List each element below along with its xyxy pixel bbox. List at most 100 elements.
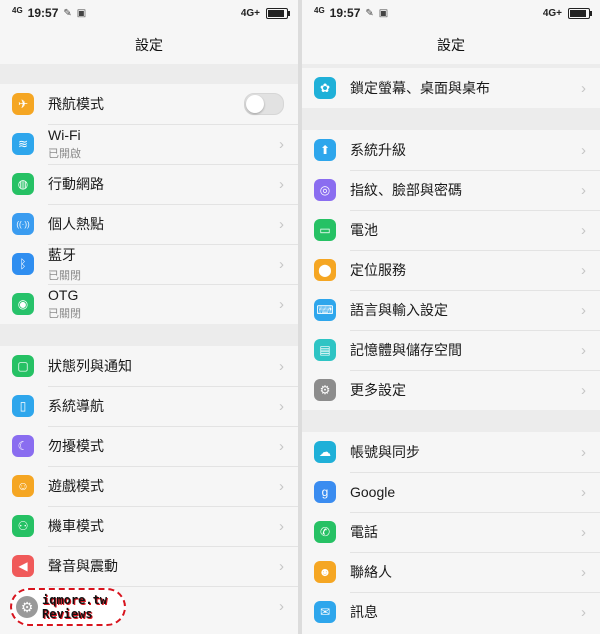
speaker-icon: ◀ [12,555,34,577]
watermark-logo: ⚙ iqmore.tw Reviews [10,588,126,626]
cloud-icon: ☁ [314,441,336,463]
photo-icon: ▣ [378,7,389,19]
settings-item[interactable]: ✆ 電話 › [302,512,600,552]
chevron-right-icon: › [581,301,586,319]
chevron-right-icon: › [581,381,586,399]
settings-item-label: Google [350,484,396,500]
settings-item-status: 已關閉 [48,270,81,282]
page-title: 設定 [302,26,600,64]
chevron-right-icon: › [581,483,586,501]
chevron-right-icon: › [581,221,586,239]
settings-item[interactable]: ◉ OTG 已關閉 › [0,284,298,324]
network-type: 4G+ [542,7,562,19]
settings-item-label: 更多設定 [350,382,406,398]
settings-item[interactable]: ▭ 電池 › [302,210,600,250]
chevron-right-icon: › [279,295,284,313]
chevron-right-icon: › [581,523,586,541]
settings-item-label: 機車模式 [48,518,104,534]
section-gap [302,108,600,130]
settings-item[interactable]: ≋ Wi-Fi 已開啟 › [0,124,298,164]
settings-item-label: 狀態列與通知 [48,358,132,374]
section-gap [0,64,298,84]
status-bar: 4G 19:57 ✎ ▣ 4G+ [0,0,298,26]
settings-item[interactable]: ▢ 狀態列與通知 › [0,346,298,386]
hotspot-icon: ((·)) [12,213,34,235]
more-settings-icon: ⚙ [314,379,336,401]
clock: 19:57 [329,6,361,20]
settings-item-label: 行動網路 [48,176,104,192]
settings-item[interactable]: ᛒ 藍牙 已關閉 › [0,244,298,284]
chevron-right-icon: › [279,517,284,535]
settings-item-label: 電話 [350,524,378,540]
settings-item[interactable]: ◍ 行動網路 › [0,164,298,204]
chevron-right-icon: › [581,563,586,581]
settings-item[interactable]: ⌨ 語言與輸入設定 › [302,290,600,330]
settings-item[interactable]: ✈ 飛航模式 [0,84,298,124]
settings-item[interactable]: ☻ 聯絡人 › [302,552,600,592]
battery-icon [266,7,290,19]
otg-icon: ◉ [12,293,34,315]
settings-item-label: 語言與輸入設定 [350,302,448,318]
settings-item[interactable]: ✿ 鎖定螢幕、桌面與桌布 › [302,68,600,108]
call-forward-icon: ✎ [63,7,72,19]
settings-item[interactable]: ⚇ 機車模式 › [0,506,298,546]
gear-icon: ⚙ [16,596,38,618]
moon-icon: ☾ [12,435,34,457]
settings-item[interactable]: ☺ 遊戲模式 › [0,466,298,506]
photo-icon: ▣ [76,7,87,19]
status-bar: 4G 19:57 ✎ ▣ 4G+ [302,0,600,26]
chevron-right-icon: › [279,437,284,455]
motorbike-icon: ⚇ [12,515,34,537]
settings-item[interactable]: ◎ 指紋、臉部與密碼 › [302,170,600,210]
settings-item[interactable]: g Google › [302,472,600,512]
settings-item-label: 鎖定螢幕、桌面與桌布 [350,80,490,96]
google-icon: g [314,481,336,503]
globe-icon: ◍ [12,173,34,195]
chevron-right-icon: › [581,141,586,159]
chevron-right-icon: › [279,477,284,495]
settings-item[interactable]: ☾ 勿擾模式 › [0,426,298,466]
settings-item[interactable]: ⬆ 系統升級 › [302,130,600,170]
settings-item[interactable]: ▯ 系統導航 › [0,386,298,426]
airplane-mode-toggle[interactable] [244,93,284,115]
chevron-right-icon: › [279,215,284,233]
network-indicator: 4G [12,5,23,15]
call-forward-icon: ✎ [365,7,374,19]
settings-item-status: 已開啟 [48,148,81,160]
update-icon: ⬆ [314,139,336,161]
settings-item-label: 帳號與同步 [350,444,420,460]
section-gap [0,324,298,346]
page-title: 設定 [0,26,298,64]
settings-item-label: 系統導航 [48,398,104,414]
battery-icon [568,7,592,19]
network-indicator: 4G [314,5,325,15]
notification-icon: ▢ [12,355,34,377]
wifi-icon: ≋ [12,133,34,155]
settings-item-label: 藍牙 [48,247,76,263]
settings-item[interactable]: ☁ 帳號與同步 › [302,432,600,472]
fingerprint-icon: ◎ [314,179,336,201]
settings-item[interactable]: ✉ 訊息 › [302,592,600,632]
left-settings-panel: 4G 19:57 ✎ ▣ 4G+ 設定 ✈ 飛航模式 ≋ Wi-Fi 已開啟 › ◍ 行動網路… [0,0,298,634]
settings-item[interactable]: ⚙ 更多設定 › [302,370,600,410]
chevron-right-icon: › [279,175,284,193]
phone-icon: ✆ [314,521,336,543]
settings-item[interactable]: ((·)) 個人熱點 › [0,204,298,244]
location-icon: ⬤ [314,259,336,281]
navigation-icon: ▯ [12,395,34,417]
chevron-right-icon: › [581,603,586,621]
clock: 19:57 [27,6,59,20]
settings-item-label: 個人熱點 [48,216,104,232]
battery-icon: ▭ [314,219,336,241]
chevron-right-icon: › [279,557,284,575]
airplane-icon: ✈ [12,93,34,115]
chevron-right-icon: › [581,443,586,461]
settings-item-label: 飛航模式 [48,96,104,112]
settings-item-label: 勿擾模式 [48,438,104,454]
settings-list: ✈ 飛航模式 ≋ Wi-Fi 已開啟 › ◍ 行動網路 › ((·)) 個人熱點 › ᛒ 藍牙 已關閉 › ◉ O… [0,64,298,626]
settings-list: ✿ 鎖定螢幕、桌面與桌布 › ⬆ 系統升級 › ◎ 指紋、臉部與密碼 › ▭ 電池 › ⬤ 定位服務 › ⌨ 語… [302,64,600,632]
settings-item[interactable]: ⬤ 定位服務 › [302,250,600,290]
settings-item-label: 系統升級 [350,142,406,158]
settings-item[interactable]: ◀ 聲音與震動 › [0,546,298,586]
settings-item[interactable]: ▤ 記憶體與儲存空間 › [302,330,600,370]
